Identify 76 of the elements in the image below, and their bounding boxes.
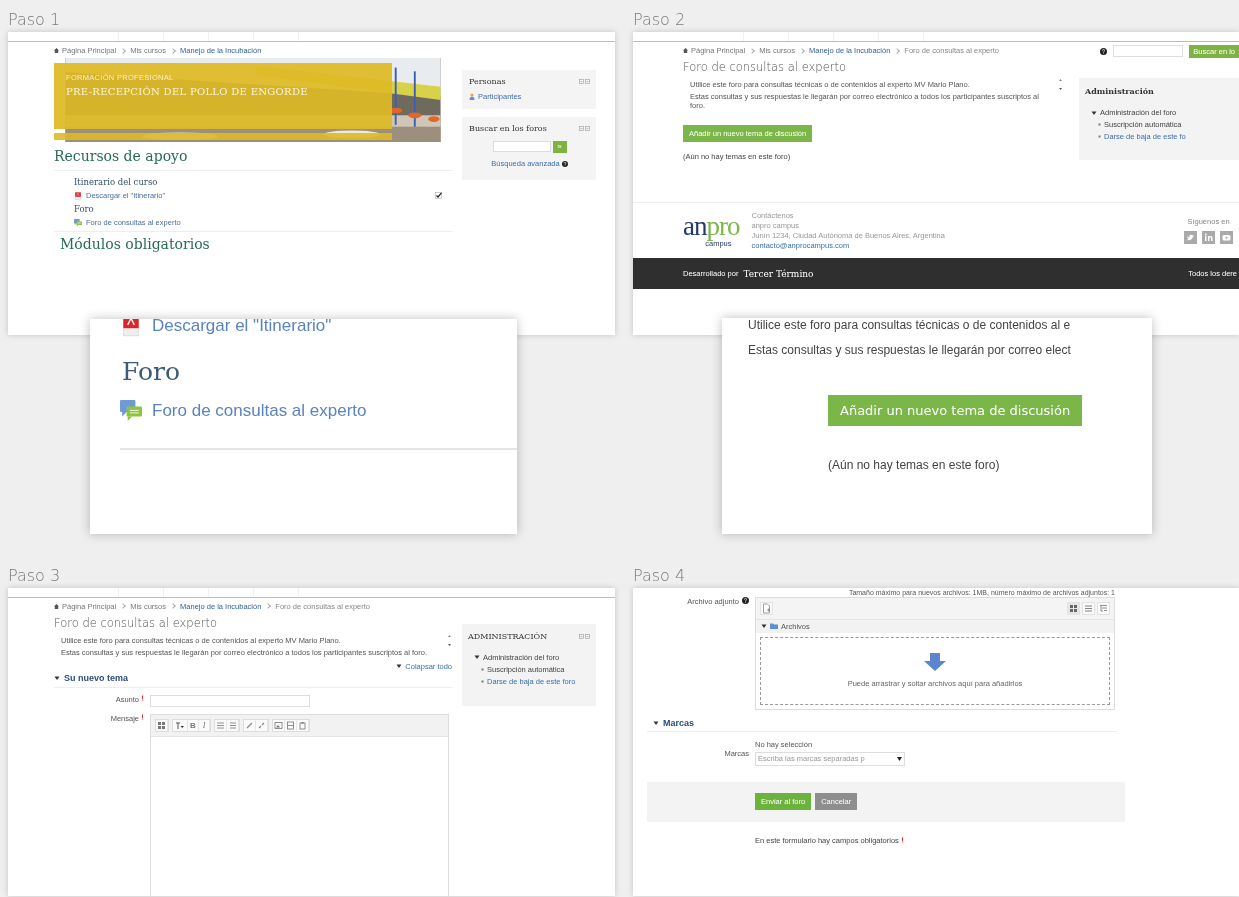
description-text: Utilice este foro para consultas técnicas o de contenidos al e [748, 318, 1072, 332]
home-icon [54, 603, 59, 609]
subject-field[interactable] [150, 694, 310, 707]
down-arrow-icon [924, 653, 946, 672]
caret-icon[interactable] [474, 654, 480, 661]
message-editor[interactable]: B I [150, 713, 449, 896]
add-file-icon[interactable] [760, 601, 773, 615]
step-label: Paso 3 [8, 566, 62, 587]
person-icon [469, 93, 475, 100]
help-icon [561, 160, 568, 167]
social-icon[interactable] [1184, 231, 1197, 244]
help-icon [742, 596, 749, 604]
block-title: Administración [1085, 86, 1155, 96]
image-icon[interactable] [273, 719, 285, 731]
step-label: Paso 2 [633, 10, 687, 31]
activity-link[interactable]: Descargar el "Itinerario" [152, 319, 332, 336]
unlink-icon[interactable] [256, 719, 268, 731]
required-icon [900, 837, 904, 844]
description-text: Estas consultas y sus respuestas le llegarán por correo elect [748, 343, 1072, 357]
caret-icon[interactable] [1091, 109, 1097, 116]
page-title: Foro de consultas al experto [683, 60, 847, 74]
forum-icon [74, 218, 82, 227]
help-icon [1100, 47, 1108, 55]
bullet-icon [481, 667, 484, 671]
scroll-arrows-icon[interactable] [1058, 78, 1063, 91]
block-controls-icon[interactable] [579, 79, 590, 84]
section-title: Módulos obligatorios [60, 236, 211, 252]
block-controls-icon[interactable] [579, 633, 590, 639]
dropdown-arrow-icon [897, 756, 902, 761]
media-icon[interactable] [285, 719, 297, 731]
block-title: ADMINISTRACIÓN [468, 631, 548, 641]
block-controls-icon[interactable] [579, 126, 590, 131]
social-icon[interactable] [1220, 231, 1233, 244]
grid-icon[interactable] [156, 719, 168, 731]
bulleted-list-icon[interactable] [215, 719, 227, 731]
step-label: Paso 1 [8, 10, 62, 31]
folder-icon [770, 623, 778, 630]
block-title: Buscar en los foros [469, 124, 547, 133]
bullet-icon [481, 679, 484, 683]
checkbox[interactable] [435, 192, 442, 199]
bullet-icon [1098, 123, 1101, 126]
numbered-list-icon[interactable] [227, 719, 239, 731]
caret-icon[interactable] [761, 623, 767, 630]
home-icon [683, 48, 688, 53]
caret-icon[interactable] [653, 719, 659, 726]
forum-icon [120, 400, 142, 422]
activity-link[interactable]: Foro de consultas al experto [152, 401, 367, 421]
activity-heading: Itinerario del curso [74, 177, 159, 187]
link-icon[interactable] [244, 719, 256, 731]
grid-view-icon[interactable] [1067, 601, 1080, 615]
activity-heading: Foro [122, 357, 182, 386]
bullet-icon [1098, 135, 1101, 138]
bold-button[interactable]: B [188, 719, 199, 731]
step-label: Paso 4 [633, 566, 687, 587]
page-title: Foro de consultas al experto [54, 615, 218, 630]
empty-message: (Aún no hay temas en este foro) [828, 458, 1001, 472]
caret-icon[interactable] [396, 663, 403, 670]
banner-title: PRE-RECEPCIÓN DEL POLLO DE ENGORDE [66, 86, 309, 97]
scroll-arrows-icon[interactable] [447, 633, 452, 647]
caret-icon[interactable] [54, 674, 60, 681]
text-format-icon[interactable] [173, 719, 188, 731]
tree-view-icon[interactable] [1097, 601, 1110, 615]
section-legend[interactable]: Marcas [663, 717, 695, 728]
activity-heading: Foro [74, 204, 95, 214]
block-title: Personas [469, 77, 506, 86]
pdf-icon [74, 191, 82, 200]
social-icon[interactable] [1202, 231, 1215, 244]
section-title: Recursos de apoyo [54, 148, 189, 164]
search-field[interactable] [1113, 45, 1184, 57]
developer-logo[interactable]: Tercer Término [743, 268, 814, 279]
clipboard-icon[interactable] [297, 719, 309, 731]
italic-button[interactable]: I [199, 719, 210, 731]
section-legend[interactable]: Su nuevo tema [64, 672, 128, 683]
list-view-icon[interactable] [1082, 601, 1095, 615]
home-icon [54, 48, 59, 53]
search-field[interactable] [492, 141, 551, 152]
